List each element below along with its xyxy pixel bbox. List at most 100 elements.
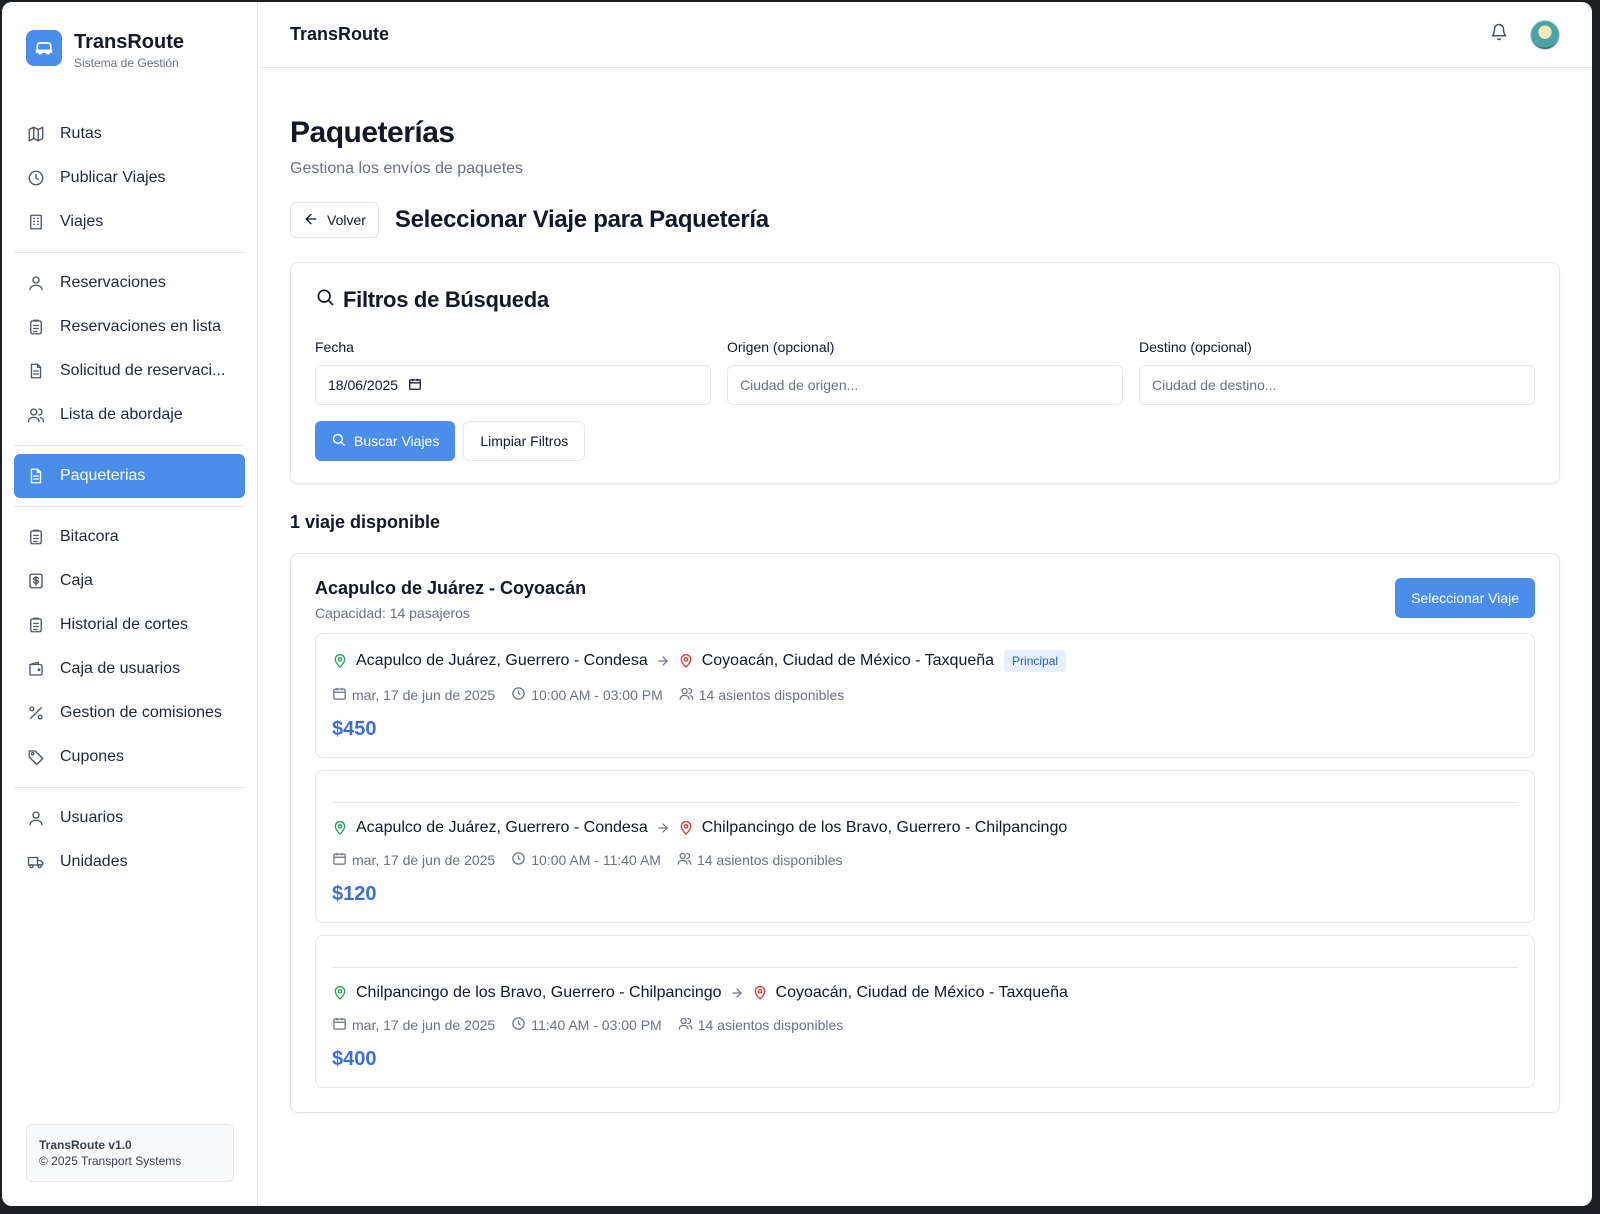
sidebar-item-historial-de-cortes[interactable]: Historial de cortes <box>14 603 245 647</box>
bell-icon[interactable] <box>1490 23 1508 46</box>
segment-date: mar, 17 de jun de 2025 <box>352 852 496 868</box>
users-icon <box>679 686 694 704</box>
brand-subtitle: Sistema de Gestión <box>74 56 179 70</box>
sidebar-item-paqueterias[interactable]: Paqueterias <box>14 454 245 498</box>
calendar-icon <box>332 851 347 869</box>
section-title: Seleccionar Viaje para Paquetería <box>394 206 769 233</box>
segment-time-group: 10:00 AM - 11:40 AM <box>511 851 661 869</box>
clipboard-icon <box>26 317 46 337</box>
select-trip-button[interactable]: Seleccionar Viaje <box>1395 578 1535 618</box>
date-value: 18/06/2025 <box>328 377 399 393</box>
users-icon <box>26 405 46 425</box>
topbar-title: TransRoute <box>290 24 390 44</box>
sidebar-item-caja-de-usuarios[interactable]: Caja de usuarios <box>14 647 245 691</box>
sidebar-item-label: Lista de abordaje <box>60 406 183 423</box>
calendar-icon <box>332 1016 347 1034</box>
segment-price: $120 <box>332 883 377 905</box>
back-button[interactable]: Volver <box>290 202 379 238</box>
page-subtitle: Gestiona los envíos de paquetes <box>290 160 524 177</box>
trip-segment[interactable]: Acapulco de Juárez, Guerrero - Condesa Co… <box>315 633 1535 758</box>
sidebar-item-solicitud-de-reservaci[interactable]: Solicitud de reservaci... <box>14 349 245 393</box>
segment-time: 10:00 AM - 03:00 PM <box>531 687 663 703</box>
sidebar-item-viajes[interactable]: Viajes <box>14 200 245 244</box>
sidebar-item-publicar-viajes[interactable]: Publicar Viajes <box>14 156 245 200</box>
users-icon <box>678 1016 693 1034</box>
sidebar-item-unidades[interactable]: Unidades <box>14 840 245 884</box>
trip-capacity: Capacidad: 14 pasajeros <box>315 605 470 621</box>
date-field[interactable]: 18/06/2025 <box>315 365 711 405</box>
building-icon <box>26 212 46 232</box>
destination-input[interactable]: Ciudad de destino... <box>1139 365 1535 405</box>
trip-card: Acapulco de Juárez - Coyoacán Capacidad:… <box>290 553 1560 1113</box>
clock-icon <box>26 168 46 188</box>
calendar-icon[interactable] <box>408 377 422 394</box>
segment-time: 11:40 AM - 03:00 PM <box>531 1017 662 1033</box>
clock-icon <box>511 851 526 869</box>
sidebar-item-usuarios[interactable]: Usuarios <box>14 796 245 840</box>
sidebar-item-label: Usuarios <box>60 809 124 826</box>
nav-divider <box>14 787 245 788</box>
sidebar-item-label: Publicar Viajes <box>60 169 166 186</box>
calendar-icon <box>332 686 347 704</box>
segment-seats-group: 14 asientos disponibles <box>677 851 843 869</box>
trip-segment[interactable]: Acapulco de Juárez, Guerrero - Condesa Ch… <box>315 770 1535 923</box>
segment-date: mar, 17 de jun de 2025 <box>352 1017 496 1033</box>
file-text-icon <box>26 361 46 381</box>
sidebar-item-bitacora[interactable]: Bitacora <box>14 515 245 559</box>
segment-destination: Coyoacán, Ciudad de México - Taxqueña <box>701 652 995 669</box>
sidebar-item-label: Reservaciones <box>60 274 166 291</box>
origin-pin-icon <box>332 820 348 836</box>
results-count: 1 viaje disponible <box>290 512 441 532</box>
origin-label: Origen (opcional) <box>727 339 835 355</box>
segment-origin: Acapulco de Juárez, Guerrero - Condesa <box>356 819 648 836</box>
back-label: Volver <box>327 212 366 228</box>
segment-origin: Chilpancingo de los Bravo, Guerrero - Ch… <box>356 984 722 1001</box>
nav-divider <box>14 506 245 507</box>
filters-title: Filtros de Búsqueda <box>343 287 549 312</box>
segment-route: Chilpancingo de los Bravo, Guerrero - Ch… <box>332 984 1518 1002</box>
clock-icon <box>511 686 526 704</box>
clock-icon <box>511 1016 526 1034</box>
segment-meta: mar, 17 de jun de 2025 10:00 AM - 11:40 A… <box>332 851 1518 869</box>
date-label: Fecha <box>315 339 354 355</box>
percent-icon <box>26 703 46 723</box>
sidebar-item-label: Caja <box>60 572 93 589</box>
search-trips-button[interactable]: Buscar Viajes <box>315 421 456 461</box>
sidebar-item-label: Gestion de comisiones <box>60 704 222 721</box>
avatar[interactable] <box>1530 19 1560 50</box>
sidebar-item-reservaciones-en-lista[interactable]: Reservaciones en lista <box>14 305 245 349</box>
trip-segment[interactable]: Chilpancingo de los Bravo, Guerrero - Ch… <box>315 935 1535 1088</box>
arrow-right-icon <box>656 654 670 668</box>
clipboard-icon <box>26 615 46 635</box>
segment-destination: Chilpancingo de los Bravo, Guerrero - Ch… <box>701 819 1068 836</box>
segment-price: $400 <box>332 1048 377 1070</box>
origin-pin-icon <box>332 985 348 1001</box>
segment-route: Acapulco de Juárez, Guerrero - Condesa Ch… <box>332 819 1518 837</box>
clear-filters-label: Limpiar Filtros <box>480 433 569 449</box>
sidebar-item-rutas[interactable]: Rutas <box>14 112 245 156</box>
user-icon <box>26 808 46 828</box>
sidebar-item-lista-de-abordaje[interactable]: Lista de abordaje <box>14 393 245 437</box>
sidebar-item-caja[interactable]: Caja <box>14 559 245 603</box>
search-trips-label: Buscar Viajes <box>354 433 440 449</box>
users-icon <box>677 851 692 869</box>
origin-input[interactable]: Ciudad de origen... <box>727 365 1123 405</box>
wallet-icon <box>26 659 46 679</box>
clear-filters-button[interactable]: Limpiar Filtros <box>463 421 586 461</box>
segment-time-group: 10:00 AM - 03:00 PM <box>511 686 663 704</box>
segment-meta: mar, 17 de jun de 2025 10:00 AM - 03:00 P… <box>332 686 1518 704</box>
sidebar-item-reservaciones[interactable]: Reservaciones <box>14 261 245 305</box>
segment-time: 10:00 AM - 11:40 AM <box>531 852 661 868</box>
segment-destination: Coyoacán, Ciudad de México - Taxqueña <box>775 984 1068 1001</box>
tag-icon <box>26 747 46 767</box>
destination-pin-icon <box>752 985 768 1001</box>
segment-seats: 14 asientos disponibles <box>696 852 843 868</box>
arrow-right-icon <box>730 986 744 1000</box>
sidebar-item-cupones[interactable]: Cupones <box>14 735 245 779</box>
sidebar-item-label: Unidades <box>60 853 128 870</box>
destination-label: Destino (opcional) <box>1139 339 1252 355</box>
sidebar-item-gestion-de-comisiones[interactable]: Gestion de comisiones <box>14 691 245 735</box>
trip-name: Acapulco de Juárez - Coyoacán <box>315 578 587 598</box>
sidebar-item-label: Bitacora <box>60 528 119 545</box>
sidebar-item-label: Paqueterias <box>60 467 146 484</box>
